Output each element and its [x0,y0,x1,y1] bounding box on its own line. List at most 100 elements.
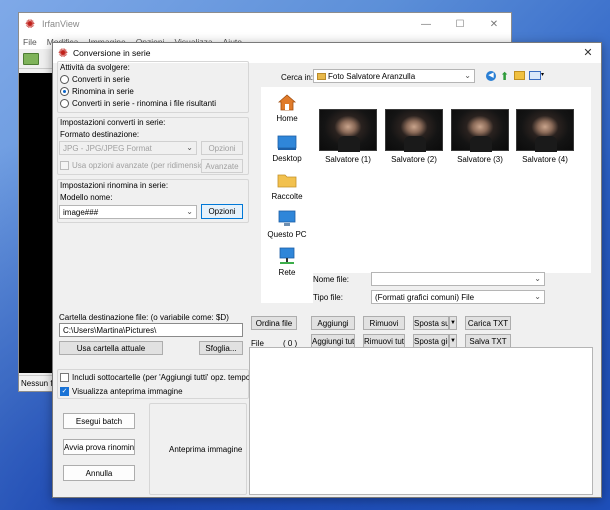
photo-thumbnail [319,109,377,152]
show-preview-checkbox[interactable]: ✓ [60,387,69,396]
move-up-button[interactable]: Sposta su [413,316,449,330]
remove-all-button[interactable]: Rimuovi tutti [363,334,405,348]
convert-settings-label: Impostazioni converti in serie: [60,118,166,127]
network-icon [277,247,297,265]
include-subfolders-label[interactable]: Includi sottocartelle (per 'Aggiungi tut… [72,373,273,382]
radio-convert-rename-label[interactable]: Converti in serie - rinomina i file risu… [72,99,216,108]
photo-thumbnail [516,109,574,152]
run-batch-button[interactable]: Esegui batch [63,413,135,429]
look-in-label: Cerca in: [281,73,314,82]
move-up-spin-icon[interactable]: ▼ [449,316,457,330]
move-down-button[interactable]: Sposta giù [413,334,449,348]
name-pattern-value: image### [63,208,99,217]
filename-label: Nome file: [313,275,350,284]
folder-icon [317,73,326,80]
advanced-checkbox[interactable] [60,161,69,170]
save-txt-button[interactable]: Salva TXT [465,334,511,348]
look-in-value: Foto Salvatore Aranzulla [328,72,416,81]
add-all-button[interactable]: Aggiungi tutti [311,334,355,348]
photo-thumbnail [385,109,443,152]
batch-file-list[interactable] [249,347,593,495]
rename-options-button[interactable]: Opzioni [201,204,243,219]
remove-button[interactable]: Rimuovi [363,316,405,330]
browse-button[interactable]: Sfoglia... [199,341,243,355]
place-this-pc[interactable]: Questo PC [261,209,313,239]
chevron-down-icon: ⌄ [186,143,193,152]
advanced-button[interactable]: Avanzate [201,159,243,173]
format-value: JPG - JPG/JPEG Format [63,144,152,153]
new-folder-icon[interactable] [514,71,525,80]
use-current-folder-button[interactable]: Usa cartella attuale [59,341,163,355]
close-icon[interactable]: ✕ [581,46,595,59]
look-in-select[interactable]: Foto Salvatore Aranzulla ⌄ [313,69,475,83]
view-menu-icon[interactable] [529,71,541,80]
cancel-button[interactable]: Annulla [63,465,135,481]
radio-rename-label[interactable]: Rinomina in serie [72,87,134,96]
destination-path-input[interactable]: C:\Users\Martina\Pictures\ [59,323,243,337]
chevron-down-icon[interactable]: ⌄ [186,207,193,216]
dialog-title: Conversione in serie [73,48,151,58]
name-pattern-input[interactable]: image### ⌄ [59,205,197,219]
thumbnail-item[interactable]: Salvatore (4) [516,109,574,164]
thumbnail-item[interactable]: Salvatore (2) [385,109,443,164]
image-canvas [19,73,53,373]
place-desktop[interactable]: Desktop [261,133,313,163]
radio-convert-label[interactable]: Converti in serie [72,75,130,84]
libraries-icon [277,171,297,189]
irfanview-title: IrfanView [42,19,80,29]
menu-file[interactable]: File [23,37,37,47]
places-bar: Home Desktop Raccolte Questo PC Rete [261,87,313,303]
filetype-value: (Formati grafici comuni) File [375,293,475,302]
advanced-checkbox-label[interactable]: Usa opzioni avanzate (per ridimensiona..… [72,161,222,170]
show-preview-label[interactable]: Visualizza anteprima immagine [72,387,183,396]
place-home[interactable]: Home [261,93,313,123]
minimize-icon[interactable]: — [409,19,443,30]
open-folder-icon[interactable] [23,53,39,65]
preview-label: Anteprima immagine [169,445,243,454]
radio-convert[interactable] [60,75,69,84]
rename-settings-label: Impostazioni rinomina in serie: [60,181,169,190]
test-rename-button[interactable]: Avvia prova rinomina [63,439,135,455]
activity-label: Attività da svolgere: [60,63,130,72]
thumbnail-label: Salvatore (1) [325,155,371,164]
batch-conversion-dialog: ✺ Conversione in serie ✕ Attività da svo… [52,42,602,498]
back-arrow-icon[interactable]: ◀ [486,71,496,81]
place-desktop-label: Desktop [272,154,302,163]
view-dropdown-icon[interactable]: ▾ [541,71,544,78]
move-down-spin-icon[interactable]: ▼ [449,334,457,348]
computer-icon [277,209,297,227]
place-this-pc-label: Questo PC [267,230,307,239]
radio-convert-rename[interactable] [60,99,69,108]
chevron-down-icon: ⌄ [534,274,541,283]
include-subfolders-checkbox[interactable] [60,373,69,382]
desktop-icon [277,133,297,151]
dialog-titlebar: ✺ Conversione in serie ✕ [53,43,601,63]
up-folder-icon[interactable]: ⬆ [500,70,509,83]
chevron-down-icon: ⌄ [464,71,471,80]
load-txt-button[interactable]: Carica TXT [465,316,511,330]
photo-thumbnail [451,109,509,152]
filename-input[interactable]: ⌄ [371,272,545,286]
thumbnail-label: Salvatore (4) [522,155,568,164]
close-icon[interactable]: ✕ [477,19,511,30]
name-pattern-label: Modello nome: [60,193,113,202]
thumbnail-item[interactable]: Salvatore (3) [451,109,509,164]
thumbnail-item[interactable]: Salvatore (1) [319,109,377,164]
filetype-select[interactable]: (Formati grafici comuni) File ⌄ [371,290,545,304]
home-icon [277,93,297,111]
place-network[interactable]: Rete [261,247,313,277]
add-button[interactable]: Aggiungi [311,316,355,330]
format-select[interactable]: JPG - JPG/JPEG Format ⌄ [59,141,197,155]
irfanview-logo-icon: ✺ [25,17,36,31]
place-libraries-label: Raccolte [271,192,303,201]
thumbnail-label: Salvatore (3) [457,155,503,164]
radio-rename[interactable] [60,87,69,96]
status-text: Nessun fil [21,379,57,388]
irfanview-titlebar: ✺ IrfanView — ☐ ✕ [19,13,511,35]
format-label: Formato destinazione: [60,130,140,139]
sort-files-button[interactable]: Ordina file [251,316,297,330]
irfanview-logo-icon: ✺ [58,46,69,60]
maximize-icon[interactable]: ☐ [443,19,477,30]
convert-options-button[interactable]: Opzioni [201,141,243,155]
place-libraries[interactable]: Raccolte [261,171,313,201]
